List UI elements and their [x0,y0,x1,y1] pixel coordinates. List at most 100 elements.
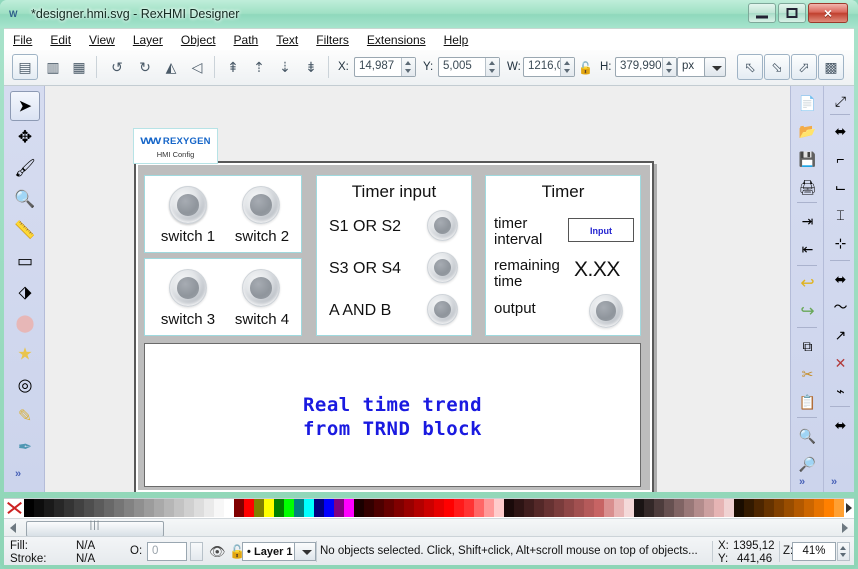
select-all-button[interactable]: ▤ [12,54,38,80]
palette-swatch[interactable] [704,499,714,517]
save-document-button[interactable]: 💾 [795,146,820,171]
menu-item-path[interactable]: Path [225,29,268,51]
timer-input-panel[interactable]: Timer input S1 OR S2 S3 OR S4 A AND B [316,175,472,336]
drawing-canvas[interactable]: WW REXYGEN HMI Config switch 1 switch 2 … [45,86,790,492]
w-field-stepper[interactable] [560,58,574,76]
palette-swatch[interactable] [494,499,504,517]
snap-smooth-nodes-button[interactable]: ⌁ [828,378,853,403]
palette-swatch[interactable] [44,499,54,517]
palette-swatch[interactable] [34,499,44,517]
palette-swatch[interactable] [484,499,494,517]
flip-horizontal-button[interactable]: ◭ [158,54,184,80]
palette-swatch[interactable] [804,499,814,517]
switch-panel-1[interactable]: switch 1 switch 2 [144,175,302,253]
copy-button[interactable]: ⧉ [795,333,820,358]
palette-swatch[interactable] [584,499,594,517]
palette-swatch[interactable] [684,499,694,517]
palette-swatch[interactable] [514,499,524,517]
snap-path-intersections-button[interactable]: ↗ [828,322,853,347]
zoom-stepper[interactable] [837,542,850,561]
x-field-stepper[interactable] [401,58,415,76]
switch-2-led[interactable] [242,186,280,224]
fill-value[interactable]: N/A [76,540,95,552]
palette-swatch[interactable] [724,499,734,517]
palette-swatch[interactable] [654,499,664,517]
palette-swatch[interactable] [404,499,414,517]
flip-vertical-button[interactable]: ◁ [184,54,210,80]
cut-button[interactable]: ✂ [795,361,820,386]
palette-swatch[interactable] [154,499,164,517]
palette-swatch[interactable] [544,499,554,517]
snap-paths-button[interactable]: 〜 [828,294,853,319]
rexygen-logo-badge[interactable]: WW REXYGEN HMI Config [133,128,218,164]
minimize-button[interactable] [748,3,776,23]
node-editor-tool[interactable]: ✥ [10,122,40,152]
raise-to-top-button[interactable]: ⇞ [220,54,246,80]
palette-swatch[interactable] [754,499,764,517]
palette-swatch[interactable] [534,499,544,517]
lock-aspect-icon[interactable]: 🔓 [578,61,593,75]
timer-interval-input[interactable]: Input [568,218,634,242]
palette-swatch[interactable] [364,499,374,517]
deselect-button[interactable]: ▦ [66,54,92,80]
palette-swatch[interactable] [224,499,234,517]
palette-swatch[interactable] [574,499,584,517]
menu-item-text[interactable]: Text [267,29,307,51]
zoom-tool[interactable]: 🔍 [10,184,40,214]
horizontal-scrollbar[interactable] [4,518,854,537]
palette-swatch[interactable] [814,499,824,517]
palette-swatch[interactable] [84,499,94,517]
palette-swatch[interactable] [234,499,244,517]
menu-item-help[interactable]: Help [435,29,478,51]
zoom-input[interactable]: 41% [792,542,836,561]
palette-swatch[interactable] [54,499,64,517]
open-document-button[interactable]: 📂 [795,118,820,143]
w-field[interactable]: 1216,02 [523,57,575,77]
snap-bbox-edges-button[interactable]: ⌐ [828,146,853,171]
no-color-swatch[interactable] [4,499,24,517]
timer-output-led[interactable] [589,294,623,328]
layer-dropdown-arrow[interactable] [294,542,316,561]
switch-panel-2[interactable]: switch 3 switch 4 [144,258,302,336]
snap-bbox-corners-button[interactable]: ⌙ [828,174,853,199]
spiral-tool[interactable]: ◎ [10,370,40,400]
palette-swatch[interactable] [434,499,444,517]
palette-swatch[interactable] [764,499,774,517]
box-3d-tool[interactable]: ⬗ [10,277,40,307]
palette-swatch[interactable] [694,499,704,517]
palette-swatch[interactable] [134,499,144,517]
palette-swatch[interactable] [624,499,634,517]
palette-swatch[interactable] [744,499,754,517]
palette-swatch[interactable] [554,499,564,517]
palette-swatch[interactable] [314,499,324,517]
tool-palette-overflow[interactable]: » [15,468,21,480]
snap-bbox-centers-button[interactable]: ⊹ [828,230,853,255]
transform-stroke-button[interactable]: ⬀ [791,54,817,80]
menu-item-view[interactable]: View [80,29,124,51]
tweak-tool[interactable]: 🖌 [10,153,40,183]
palette-swatch[interactable] [384,499,394,517]
y-field-stepper[interactable] [485,58,499,76]
palette-swatch[interactable] [644,499,654,517]
palette-swatch[interactable] [564,499,574,517]
print-button[interactable]: 🖨 [795,174,820,199]
scrollbar-thumb[interactable] [26,521,164,537]
new-document-button[interactable]: 📄 [795,90,820,115]
ellipse-tool[interactable]: ⬤ [10,308,40,338]
snap-bounding-box-button[interactable]: ⬌ [828,118,853,143]
color-palette[interactable] [4,498,854,518]
y-field[interactable]: 5,005 [438,57,500,77]
menu-item-extensions[interactable]: Extensions [358,29,435,51]
selection-cue-none-button[interactable]: ⬂ [764,54,790,80]
palette-swatch[interactable] [254,499,264,517]
palette-swatch[interactable] [124,499,134,517]
palette-swatch[interactable] [604,499,614,517]
rotate-90-ccw-button[interactable]: ↺ [104,54,130,80]
scroll-left-icon[interactable] [10,523,16,533]
palette-swatch[interactable] [774,499,784,517]
lower-button[interactable]: ⇣ [272,54,298,80]
palette-swatch[interactable] [214,499,224,517]
menu-item-edit[interactable]: Edit [41,29,80,51]
transform-pattern-button[interactable]: ▩ [818,54,844,80]
palette-swatch[interactable] [474,499,484,517]
